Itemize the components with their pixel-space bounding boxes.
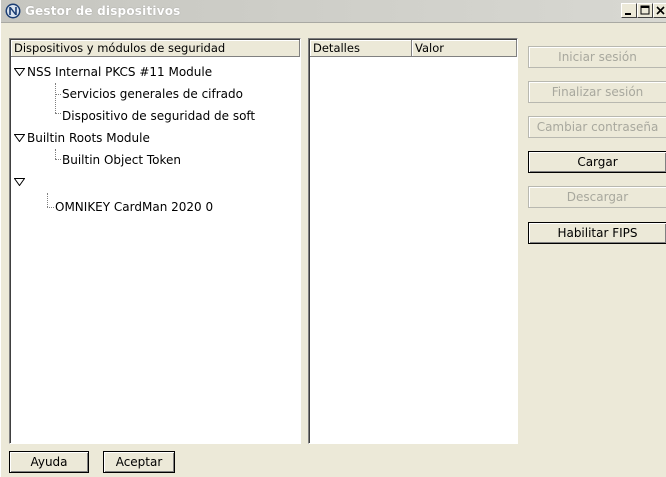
tree-header-label: Dispositivos y módulos de seguridad bbox=[14, 41, 226, 55]
change-password-button[interactable]: Cambiar contraseña bbox=[528, 116, 666, 138]
help-button[interactable]: Ayuda bbox=[9, 451, 89, 473]
minimize-icon bbox=[625, 13, 631, 15]
title-bar[interactable]: Gestor de dispositivos bbox=[1, 0, 666, 23]
tree-slot-software-security[interactable]: Dispositivo de seguridad de soft bbox=[10, 105, 300, 127]
module-label: NSS Internal PKCS #11 Module bbox=[27, 65, 213, 79]
expand-triangle-icon[interactable] bbox=[14, 134, 25, 142]
load-button[interactable]: Cargar bbox=[528, 151, 666, 173]
slot-label: Servicios generales de cifrado bbox=[62, 87, 243, 101]
slot-label: Builtin Object Token bbox=[62, 153, 182, 167]
device-tree[interactable]: Dispositivos y módulos de seguridad NSS … bbox=[9, 38, 301, 444]
minimize-button[interactable] bbox=[621, 3, 637, 18]
slot-label: Dispositivo de seguridad de soft bbox=[62, 109, 256, 123]
tree-column-header[interactable]: Dispositivos y módulos de seguridad bbox=[11, 40, 300, 57]
details-header-label: Detalles bbox=[313, 41, 360, 55]
tree-slot-general-crypto[interactable]: Servicios generales de cifrado bbox=[10, 83, 300, 105]
device-manager-window: Gestor de dispositivos Dispositivos y mó… bbox=[0, 0, 666, 477]
value-header-label: Valor bbox=[415, 41, 444, 55]
tree-module-builtin-roots[interactable]: Builtin Roots Module bbox=[10, 127, 300, 149]
maximize-icon bbox=[640, 5, 650, 15]
close-button[interactable] bbox=[653, 3, 666, 18]
tree-slot-builtin-object-token[interactable]: Builtin Object Token bbox=[10, 149, 300, 171]
expand-triangle-icon[interactable] bbox=[14, 178, 25, 186]
close-icon bbox=[656, 6, 665, 15]
logout-button[interactable]: Finalizar sesión bbox=[528, 81, 666, 103]
expand-triangle-icon[interactable] bbox=[14, 68, 25, 76]
details-column-header[interactable]: Detalles bbox=[310, 40, 412, 57]
accept-button[interactable]: Aceptar bbox=[103, 451, 175, 473]
tree-module-unnamed[interactable] bbox=[10, 171, 300, 193]
tree-slot-omnikey[interactable]: OMNIKEY CardMan 2020 0 bbox=[10, 196, 300, 218]
window-title: Gestor de dispositivos bbox=[25, 4, 181, 18]
enable-fips-button[interactable]: Habilitar FIPS bbox=[528, 222, 666, 244]
details-table[interactable]: Detalles Valor bbox=[308, 38, 518, 444]
maximize-button[interactable] bbox=[637, 3, 653, 18]
login-button[interactable]: Iniciar sesión bbox=[528, 46, 666, 68]
slot-label: OMNIKEY CardMan 2020 0 bbox=[55, 200, 214, 214]
value-column-header[interactable]: Valor bbox=[412, 40, 517, 57]
tree-module-nss-internal[interactable]: NSS Internal PKCS #11 Module bbox=[10, 61, 300, 83]
netscape-app-icon bbox=[5, 3, 21, 19]
module-label: Builtin Roots Module bbox=[27, 131, 150, 145]
unload-button[interactable]: Descargar bbox=[528, 186, 666, 208]
